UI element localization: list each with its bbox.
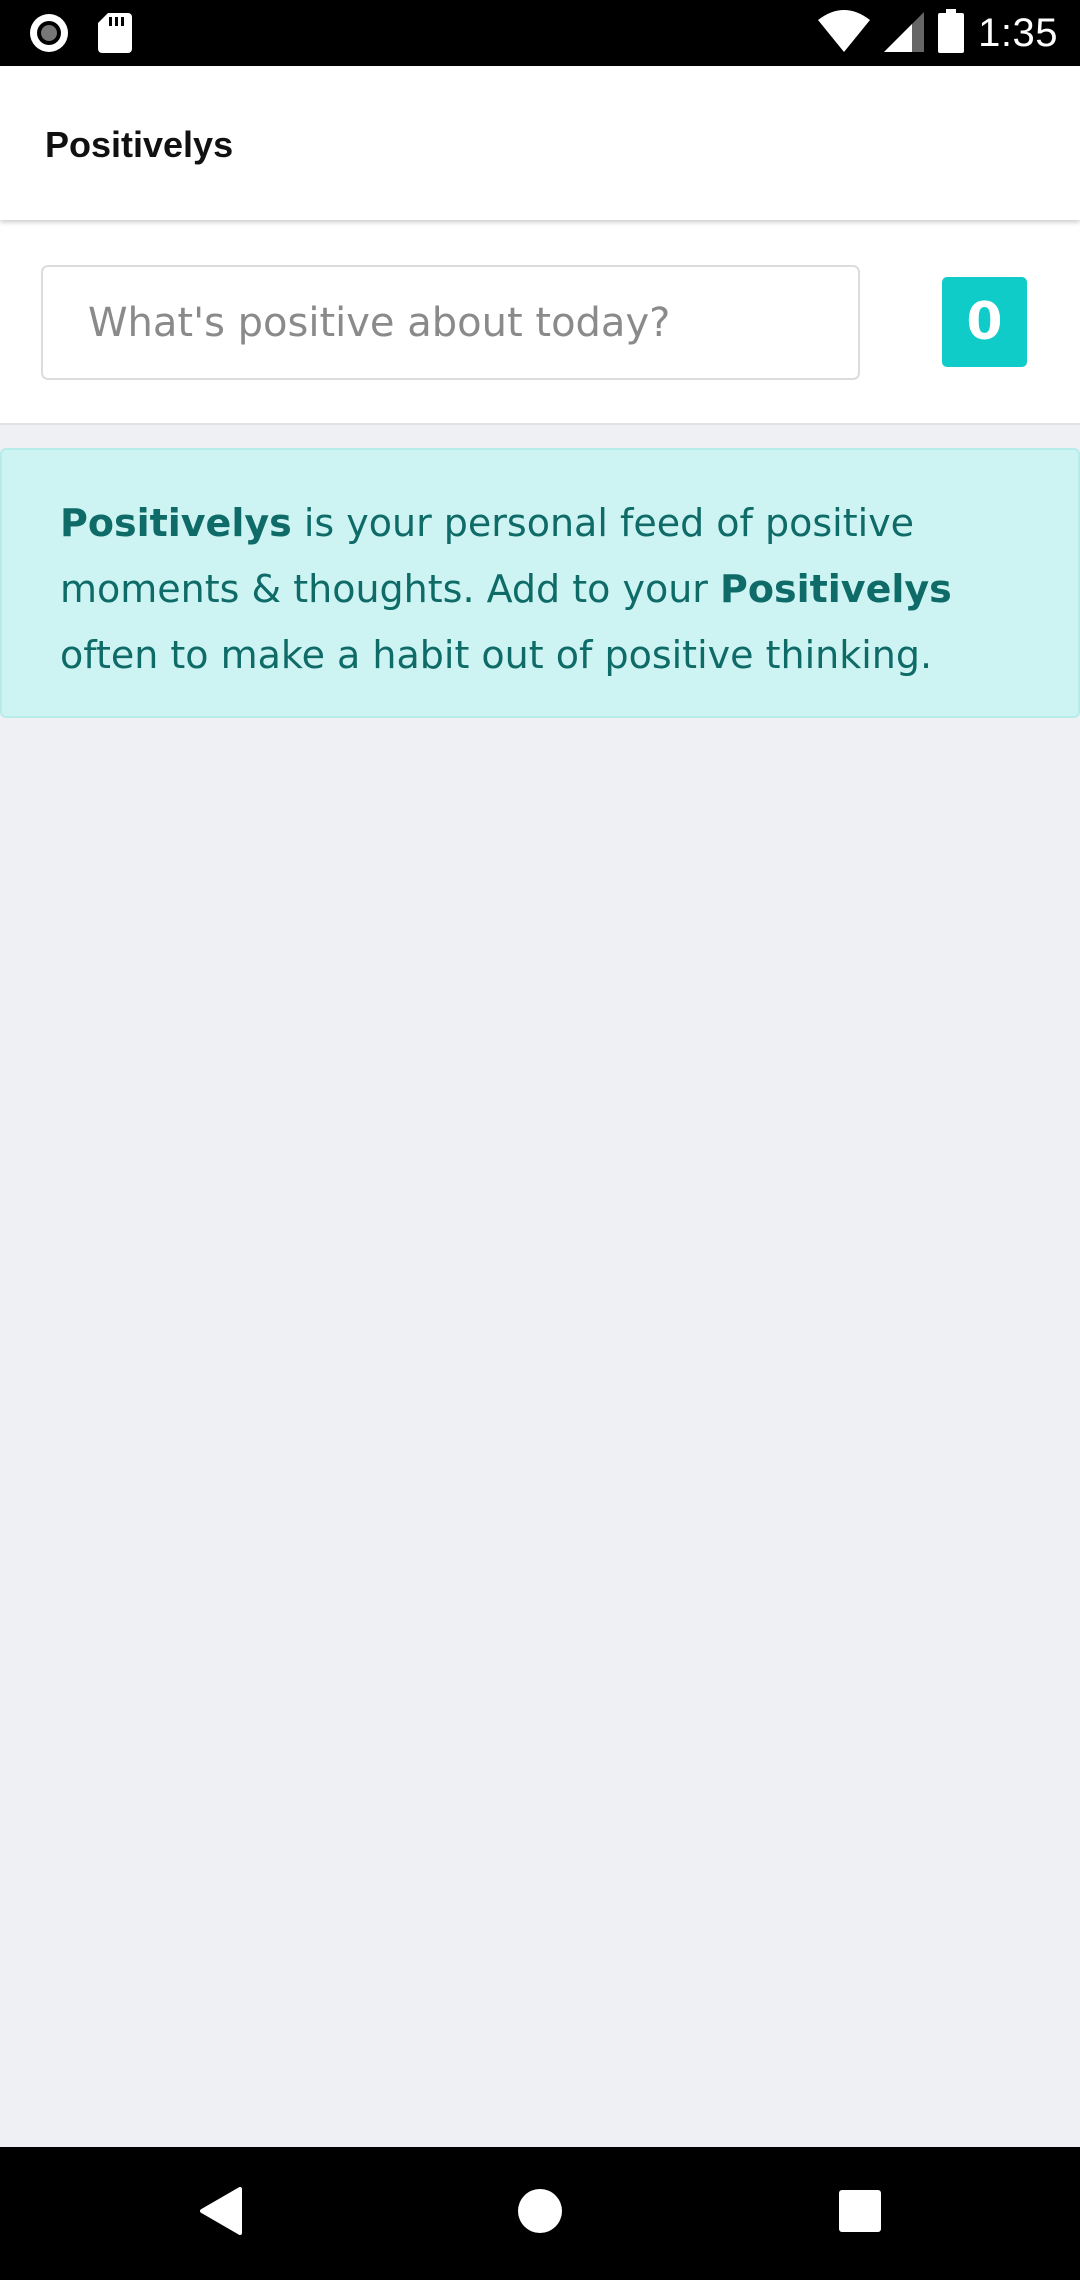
status-left-icons (28, 12, 132, 59)
info-message: Positivelys is your personal feed of pos… (0, 448, 1080, 718)
info-text: often to make a habit out of positive th… (60, 633, 933, 677)
page-title: Positivelys (45, 124, 234, 165)
home-button[interactable] (490, 2147, 590, 2280)
home-icon (517, 2188, 563, 2239)
back-button[interactable] (170, 2147, 270, 2280)
record-icon (28, 12, 70, 59)
status-bar: 1:35 (0, 0, 1080, 66)
composer: 0 (0, 220, 1080, 425)
recents-icon (839, 2190, 881, 2237)
battery-icon (938, 8, 965, 58)
positive-input[interactable] (41, 265, 860, 380)
sd-card-icon (98, 13, 132, 58)
cellular-signal-icon (884, 10, 925, 57)
brand-name: Positivelys (720, 567, 952, 611)
brand-name: Positivelys (60, 501, 292, 545)
navigation-bar (0, 2147, 1080, 2280)
app-header: Positivelys (0, 66, 1080, 220)
wifi-icon (818, 9, 871, 57)
back-icon (198, 2187, 242, 2240)
status-time: 1:35 (978, 11, 1058, 55)
status-right-icons: 1:35 (818, 8, 1058, 58)
recents-button[interactable] (810, 2147, 910, 2280)
count-badge: 0 (942, 277, 1027, 367)
